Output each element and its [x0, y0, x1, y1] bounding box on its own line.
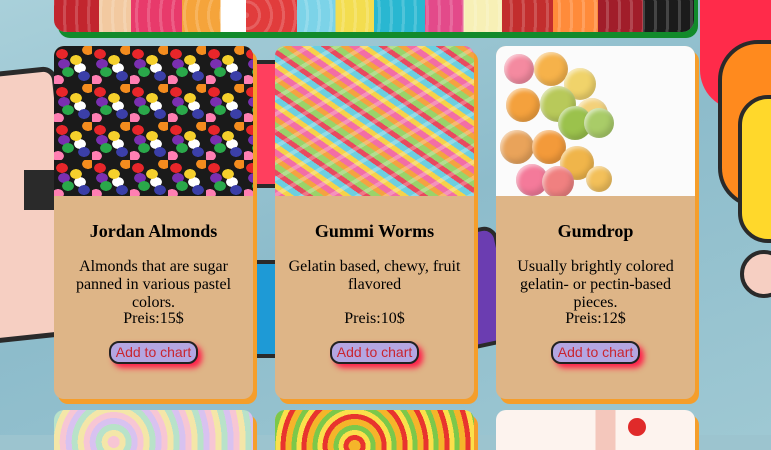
product-card-image-partial: [54, 410, 253, 450]
add-to-cart-button[interactable]: Add to chart: [108, 341, 199, 364]
gumdrop-image: [496, 46, 695, 196]
product-price: Preis:15$: [123, 310, 184, 327]
add-to-cart-button[interactable]: Add to chart: [329, 341, 420, 364]
product-title: Gumdrop: [557, 221, 634, 241]
product-title: Jordan Almonds: [89, 221, 218, 241]
product-card-gumdrop: Gumdrop Usually brightly colored gelatin…: [496, 46, 695, 399]
add-to-cart-button[interactable]: Add to chart: [550, 341, 641, 364]
gummi-worms-image: [275, 46, 474, 196]
background-candy-shape: [24, 170, 54, 210]
product-price: Preis:10$: [344, 310, 405, 327]
jordan-almonds-image: [54, 46, 253, 196]
candy-banner-image: [54, 0, 694, 32]
product-description: Usually brightly colored gelatin- or pec…: [517, 258, 674, 311]
product-price: Preis:12$: [565, 310, 626, 327]
background-candy-shape: [740, 250, 771, 298]
product-card-jordan-almonds: Jordan Almonds Almonds that are sugar pa…: [54, 46, 253, 399]
product-card-image-partial: [275, 410, 474, 450]
product-title: Gummi Worms: [314, 221, 435, 241]
product-description: Gelatin based, chewy, fruit flavored: [288, 258, 461, 293]
product-card-gummi-worms: Gummi Worms Gelatin based, chewy, fruit …: [275, 46, 474, 399]
product-description: Almonds that are sugar panned in various…: [75, 258, 232, 311]
background-candy-shape: [738, 95, 771, 243]
product-card-image-partial: [496, 410, 695, 450]
